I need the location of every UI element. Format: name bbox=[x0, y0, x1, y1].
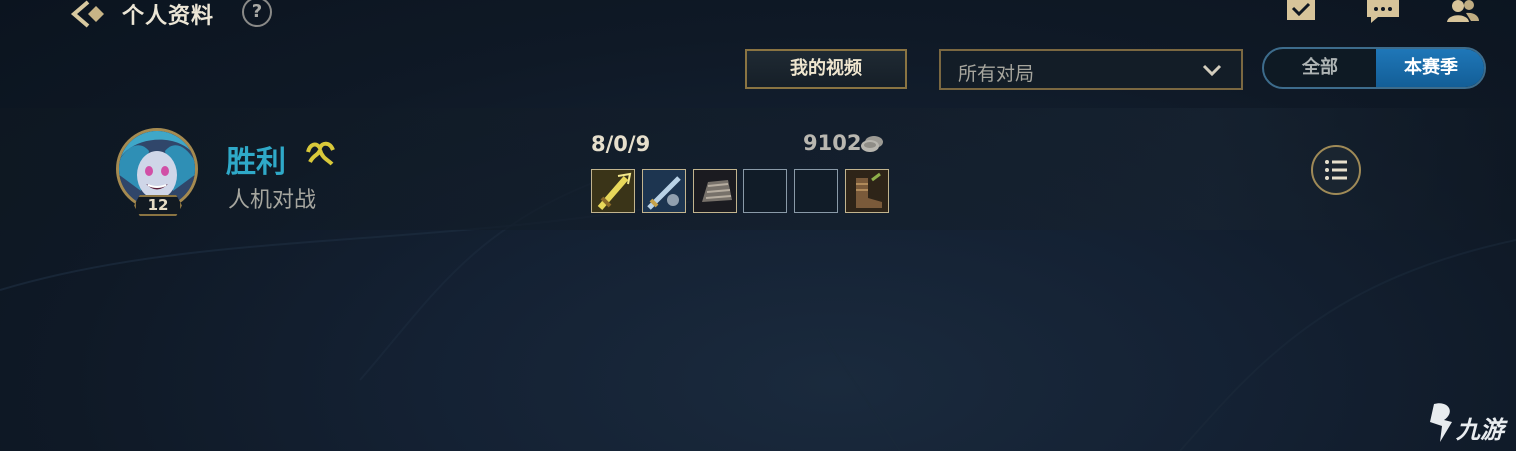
item-slot-gauntlet[interactable] bbox=[693, 169, 737, 213]
checklist-icon[interactable] bbox=[1284, 0, 1318, 24]
match-details-menu-button[interactable] bbox=[1311, 145, 1361, 195]
toggle-option-all[interactable]: 全部 bbox=[1264, 49, 1376, 87]
back-arrow-icon bbox=[70, 0, 104, 28]
match-result: 胜利 bbox=[226, 145, 286, 180]
my-videos-button[interactable]: 我的视频 bbox=[745, 49, 907, 89]
watermark-text: 九游 bbox=[1456, 416, 1504, 444]
champion-level-badge: 12 bbox=[134, 195, 182, 216]
friends-icon[interactable] bbox=[1446, 0, 1480, 24]
victory-emblem-icon bbox=[306, 141, 335, 166]
kda-score: 8/0/9 bbox=[591, 132, 651, 156]
chevron-down-icon bbox=[1202, 64, 1222, 77]
season-toggle[interactable]: 全部 本赛季 bbox=[1262, 47, 1486, 89]
help-icon[interactable]: ? bbox=[242, 0, 272, 27]
gold-coins-icon bbox=[861, 136, 883, 152]
item-slot-empty[interactable] bbox=[743, 169, 787, 213]
item-slot-dagger[interactable] bbox=[642, 169, 686, 213]
chat-icon[interactable] bbox=[1366, 0, 1400, 24]
item-slot-empty[interactable] bbox=[794, 169, 838, 213]
game-mode: 人机对战 bbox=[228, 188, 317, 213]
gold-earned: 9102 bbox=[803, 131, 862, 155]
match-type-value: 所有对局 bbox=[958, 63, 1035, 85]
match-type-dropdown[interactable]: 所有对局 bbox=[939, 49, 1243, 90]
back-button[interactable] bbox=[70, 0, 110, 28]
item-slot-sword[interactable] bbox=[591, 169, 635, 213]
toggle-option-this-season[interactable]: 本赛季 bbox=[1376, 49, 1484, 87]
list-icon bbox=[1325, 160, 1347, 180]
page-title: 个人资料 bbox=[122, 4, 215, 29]
item-slot-boots[interactable] bbox=[845, 169, 889, 213]
match-history-row[interactable]: 12 胜利 人机对战 8/0/9 9102 bbox=[0, 108, 1516, 230]
